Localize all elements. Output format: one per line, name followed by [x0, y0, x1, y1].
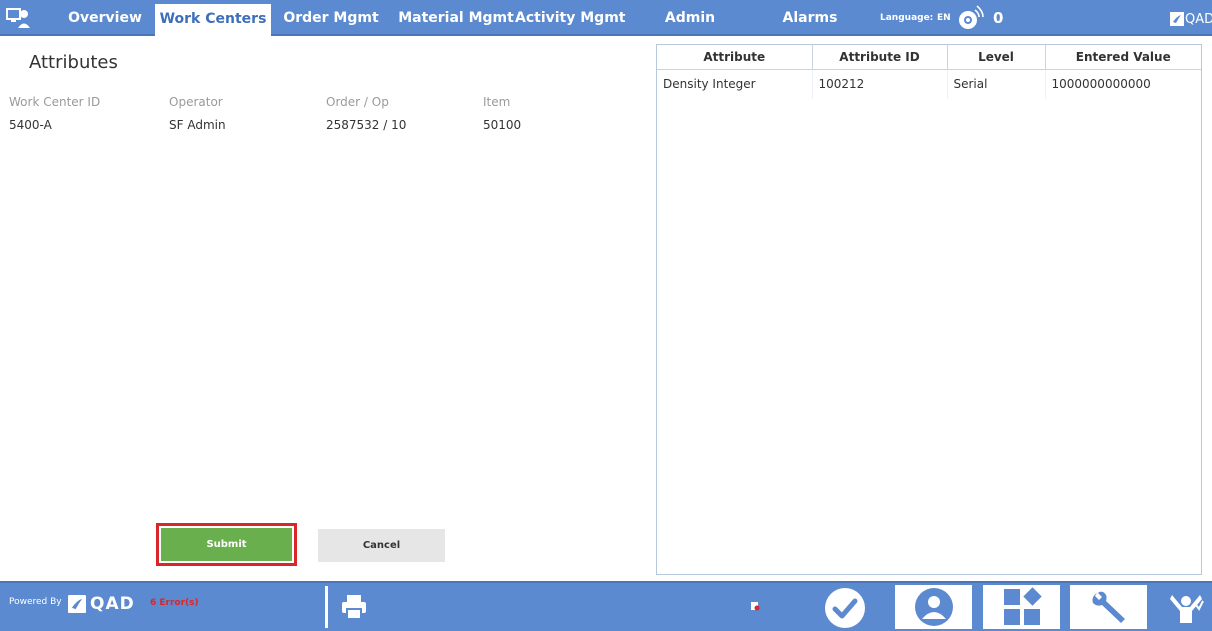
user-icon: [914, 588, 953, 626]
wrench-icon: [1092, 591, 1125, 623]
table-row[interactable]: Density Integer 100212 Serial 1000000000…: [657, 69, 1201, 99]
order-op-header: Order / Op: [326, 95, 389, 109]
broadcast-icon[interactable]: [955, 4, 985, 32]
printer-icon[interactable]: [340, 593, 368, 621]
bottom-toolbar: Powered By QAD 6 Error(s): [0, 581, 1212, 631]
column-header-attribute-id[interactable]: Attribute ID: [812, 45, 948, 70]
submit-button[interactable]: Submit: [156, 523, 297, 566]
tab-overview[interactable]: Overview: [60, 0, 150, 36]
work-center-id-value: 5400-A: [9, 118, 52, 132]
notification-count: 0: [993, 9, 1004, 27]
grid-icon: [1003, 587, 1042, 625]
entered-value-cell[interactable]: 1000000000000: [1045, 69, 1201, 99]
page-title: Attributes: [29, 52, 118, 73]
top-nav: Overview Work Centers Order Mgmt Materia…: [0, 0, 1212, 36]
workstation-home-icon[interactable]: [6, 6, 30, 30]
dashboard-button[interactable]: [983, 585, 1060, 629]
tab-order-mgmt[interactable]: Order Mgmt: [280, 0, 382, 36]
language-selector[interactable]: EN: [937, 0, 951, 36]
column-header-level[interactable]: Level: [947, 45, 1046, 70]
item-value: 50100: [483, 118, 522, 132]
error-count-link[interactable]: 6 Error(s): [150, 598, 199, 608]
level-cell: Serial: [947, 69, 1046, 99]
tab-work-centers[interactable]: Work Centers: [155, 4, 271, 36]
attributes-table: Attribute Attribute ID Level Entered Val…: [656, 44, 1202, 575]
qad-mark-icon: [68, 595, 86, 613]
qad-footer-logo: QAD: [68, 594, 135, 614]
column-header-attribute[interactable]: Attribute: [657, 45, 813, 70]
qad-logo: QAD: [1170, 9, 1212, 29]
tab-admin[interactable]: Admin: [660, 0, 720, 36]
qad-footer-brand: QAD: [90, 594, 135, 614]
tab-activity-mgmt[interactable]: Activity Mgmt: [515, 0, 625, 36]
tools-button[interactable]: [1070, 585, 1147, 629]
powered-by-label: Powered By: [9, 597, 62, 607]
toolbar-divider: [325, 586, 328, 628]
operator-value: SF Admin: [169, 118, 226, 132]
order-op-value: 2587532 / 10: [326, 118, 407, 132]
attribute-cell: Density Integer: [657, 69, 813, 99]
check-icon[interactable]: [824, 587, 866, 629]
attribute-id-cell: 100212: [812, 69, 948, 99]
operator-header: Operator: [169, 95, 223, 109]
submit-button-label: Submit: [161, 528, 292, 561]
item-header: Item: [483, 95, 511, 109]
language-label: Language:: [880, 13, 934, 23]
cancel-button[interactable]: Cancel: [318, 529, 445, 562]
work-center-id-header: Work Center ID: [9, 95, 101, 109]
operator-button[interactable]: [895, 585, 972, 629]
qad-brand-text: QAD: [1185, 11, 1212, 27]
tab-alarms[interactable]: Alarms: [775, 0, 845, 36]
small-status-icon[interactable]: [750, 601, 760, 611]
column-header-entered-value[interactable]: Entered Value: [1045, 45, 1201, 70]
cheer-icon[interactable]: [1168, 591, 1204, 625]
qad-mark-icon: [1170, 12, 1184, 26]
tab-material-mgmt[interactable]: Material Mgmt: [396, 0, 516, 36]
